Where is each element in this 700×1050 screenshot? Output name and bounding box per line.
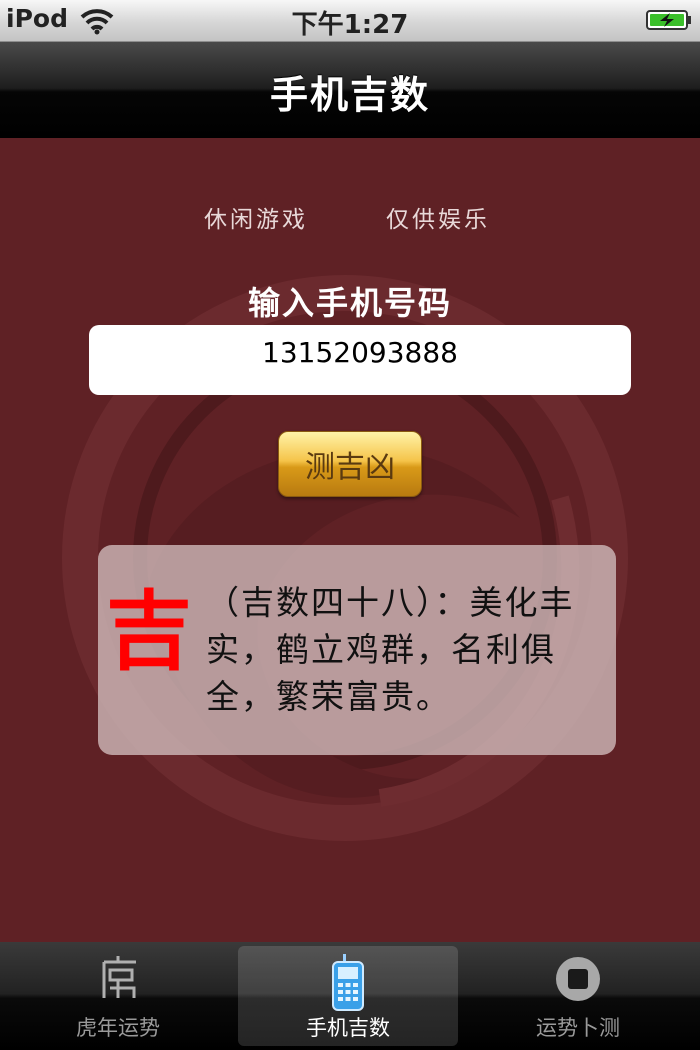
- phone-input-label: 输入手机号码: [247, 284, 452, 322]
- tab-phone-lucky-number[interactable]: 手机吉数: [238, 946, 458, 1046]
- phone-number-input[interactable]: [89, 325, 631, 395]
- tab-bar: 虎年运势 手机吉数 运势卜测: [0, 942, 700, 1050]
- result-verdict: 吉: [106, 581, 192, 682]
- result-panel: 吉 （吉数四十八）：美化丰实，鹤立鸡群，名利俱全，繁荣富贵。: [98, 545, 616, 755]
- navigation-bar: 手机吉数: [0, 42, 700, 138]
- mobile-phone-icon: [332, 954, 364, 1011]
- stop-circle-icon: [556, 957, 600, 1001]
- tagline-right: 仅供娱乐: [386, 207, 490, 233]
- tab-label: 运势卜测: [536, 1016, 620, 1040]
- tab-label: 手机吉数: [306, 1016, 390, 1040]
- tab-fortune-divination[interactable]: 运势卜测: [468, 946, 688, 1046]
- check-fortune-button[interactable]: 测吉凶: [278, 431, 422, 497]
- tab-tiger-year[interactable]: 虎年运势: [8, 946, 228, 1046]
- background-swirl-decoration: [62, 275, 628, 841]
- main-content: 休闲游戏 仅供娱乐 输入手机号码 测吉凶 吉 （吉数四十八）：美化丰实，鹤立鸡群…: [0, 138, 700, 942]
- status-bar: iPod 下午1:27: [0, 0, 700, 42]
- tagline-left: 休闲游戏: [204, 207, 308, 233]
- tiger-character-icon: [102, 956, 136, 998]
- battery-charging-icon: [646, 10, 691, 30]
- tab-label: 虎年运势: [76, 1016, 160, 1040]
- page-title: 手机吉数: [269, 73, 430, 117]
- status-time: 下午1:27: [291, 10, 409, 40]
- result-description: （吉数四十八）：美化丰实，鹤立鸡群，名利俱全，繁荣富贵。: [206, 583, 575, 716]
